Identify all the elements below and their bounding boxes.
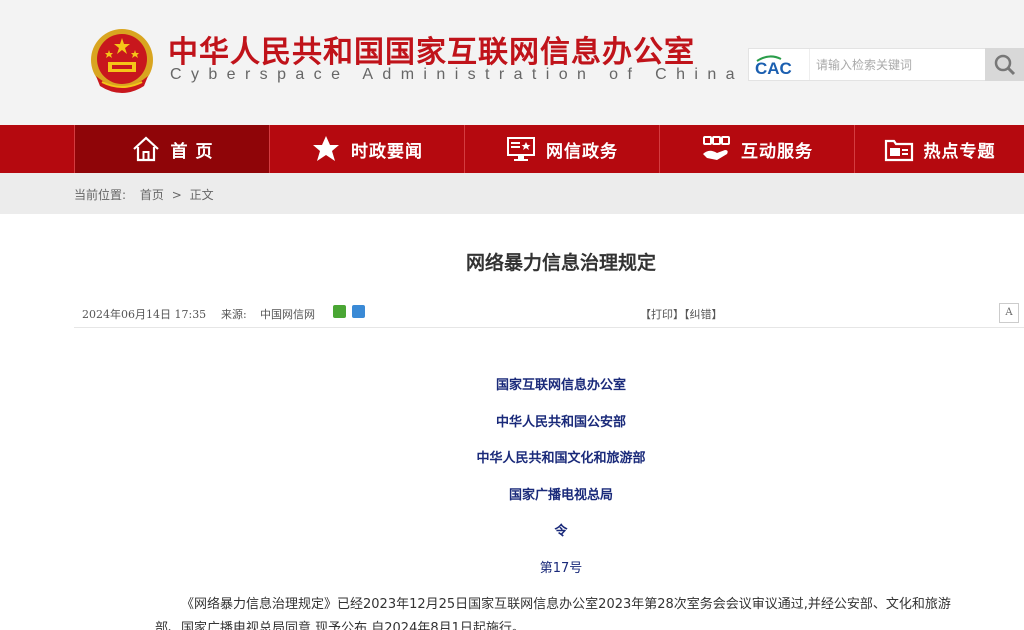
nav-item-label: 网信政务 <box>546 141 618 162</box>
home-icon <box>132 136 159 162</box>
site-title-en: Cyberspace Administration of China <box>170 66 744 83</box>
nav-item-news[interactable]: 时政要闻 <box>269 125 464 173</box>
article-date: 2024年06月14日 17:35 <box>82 308 207 321</box>
breadcrumb-separator: > <box>171 188 182 202</box>
article-paragraph: 《网络暴力信息治理规定》已经2023年12月25日国家互联网信息办公室2023年… <box>155 597 951 630</box>
folder-icon <box>884 139 913 162</box>
site-title-cn[interactable]: 中华人民共和国国家互联网信息办公室 <box>168 27 695 71</box>
national-emblem-icon[interactable] <box>88 26 156 96</box>
qzone-share-icon[interactable] <box>352 305 365 318</box>
site-header: 中华人民共和国国家互联网信息办公室 Cyberspace Administrat… <box>0 0 1024 125</box>
order-number: 第17号 <box>539 561 583 576</box>
order-label: 令 <box>554 524 568 539</box>
hands-icon <box>703 136 730 160</box>
font-size-button[interactable]: A <box>999 303 1019 323</box>
issuing-org: 中华人民共和国公安部 <box>495 415 626 430</box>
article-title: 网络暴力信息治理规定 <box>465 252 656 274</box>
article-actions: 【打印】【纠错】 <box>640 306 723 322</box>
monitor-icon <box>507 137 535 161</box>
breadcrumb-bar: 当前位置: 首页 > 正文 <box>0 173 1024 214</box>
print-link[interactable]: 【打印】 <box>640 308 684 321</box>
search-bar: CAC <box>748 48 1024 81</box>
breadcrumb: 当前位置: 首页 > 正文 <box>74 186 214 203</box>
nav-item-home[interactable]: 首 页 <box>74 125 269 173</box>
nav-item-label: 互动服务 <box>741 141 813 162</box>
article-source: 中国网信网 <box>260 308 315 321</box>
nav-item-label: 首 页 <box>170 141 214 162</box>
wechat-share-icon[interactable] <box>333 305 346 318</box>
search-input[interactable] <box>809 49 985 80</box>
search-button[interactable] <box>985 48 1024 81</box>
breadcrumb-home-link[interactable]: 首页 <box>140 188 164 202</box>
star-icon <box>313 136 339 161</box>
correct-link[interactable]: 【纠错】 <box>684 308 723 321</box>
nav-item-label: 热点专题 <box>923 141 996 162</box>
cac-logo-icon: CAC <box>755 55 792 78</box>
breadcrumb-current: 正文 <box>189 188 214 202</box>
nav-item-service[interactable]: 互动服务 <box>659 125 854 173</box>
main-nav: 首 页 时政要闻 网信政务 互动服务 热点专题 <box>0 125 1024 173</box>
article-meta: 2024年06月14日 17:35 来源: 中国网信网 【打印】【纠错】 A <box>74 298 1024 328</box>
search-icon <box>994 54 1016 76</box>
nav-item-label: 时政要闻 <box>351 141 423 162</box>
issuing-org: 国家广播电视总局 <box>508 488 613 503</box>
cac-logo-text: CAC <box>755 59 792 78</box>
issuing-org: 国家互联网信息办公室 <box>495 378 626 393</box>
issuing-org: 中华人民共和国文化和旅游部 <box>476 451 646 466</box>
nav-item-topics[interactable]: 热点专题 <box>854 125 1024 173</box>
breadcrumb-prefix: 当前位置: <box>74 188 127 202</box>
nav-item-affairs[interactable]: 网信政务 <box>464 125 659 173</box>
source-label: 来源: <box>221 308 247 321</box>
